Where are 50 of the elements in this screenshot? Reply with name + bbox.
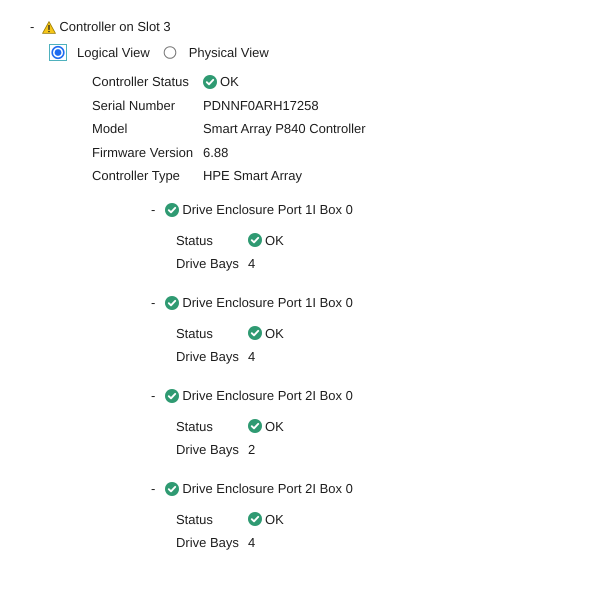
property-value: 4 xyxy=(248,349,256,364)
property-label: Drive Bays xyxy=(176,535,239,550)
check-circle-icon xyxy=(248,512,262,526)
check-circle-icon xyxy=(248,419,262,434)
property-label: Serial Number xyxy=(92,98,176,113)
radio-label[interactable]: Physical View xyxy=(188,45,269,60)
property-label: Controller Type xyxy=(92,168,180,184)
property-value: OK xyxy=(220,74,239,90)
property-label: Status xyxy=(176,326,213,341)
tree-node-title: Drive Enclosure Port 2I Box 0 xyxy=(182,386,353,404)
tree-node-title: Drive Enclosure Port 1I Box 0 xyxy=(182,294,353,312)
check-circle-icon xyxy=(165,296,180,310)
check-circle-icon xyxy=(165,482,180,496)
check-circle-icon xyxy=(203,74,217,89)
collapse-toggle[interactable]: - xyxy=(151,200,156,220)
property-value: 4 xyxy=(248,256,256,272)
property-value: Smart Array P840 Controller xyxy=(203,121,366,136)
property-label: Drive Bays xyxy=(176,442,239,458)
property-label: Drive Bays xyxy=(176,349,239,364)
property-label: Drive Bays xyxy=(176,256,239,272)
check-circle-icon xyxy=(165,202,180,216)
tree-node-title: Drive Enclosure Port 1I Box 0 xyxy=(182,200,353,218)
collapse-toggle[interactable]: - xyxy=(151,292,156,312)
check-circle-icon xyxy=(165,388,180,402)
property-label: Firmware Version xyxy=(92,144,194,160)
property-value: 6.88 xyxy=(203,144,228,160)
property-label: Model xyxy=(92,121,128,136)
collapse-toggle[interactable]: - xyxy=(151,478,156,498)
property-label: Status xyxy=(176,512,213,527)
property-value: OK xyxy=(265,418,284,434)
check-circle-icon xyxy=(248,326,262,340)
radio-button[interactable] xyxy=(49,44,67,61)
property-label: Status xyxy=(176,232,213,248)
property-value: HPE Smart Array xyxy=(203,168,302,184)
property-value: OK xyxy=(265,326,284,341)
property-value: OK xyxy=(265,232,284,248)
property-value: PDNNF0ARH17258 xyxy=(203,98,319,113)
property-label: Controller Status xyxy=(92,74,189,90)
warning-icon xyxy=(42,20,56,34)
check-circle-icon xyxy=(248,233,262,248)
radio-button[interactable] xyxy=(160,44,179,61)
property-label: Status xyxy=(176,418,213,434)
radio-label[interactable]: Logical View xyxy=(77,45,150,60)
collapse-toggle[interactable]: - xyxy=(151,386,156,406)
property-value: 4 xyxy=(248,535,256,550)
tree-node-title: Controller on Slot 3 xyxy=(59,18,171,36)
tree-node-title: Drive Enclosure Port 2I Box 0 xyxy=(182,480,353,498)
property-value: OK xyxy=(265,512,284,527)
property-value: 2 xyxy=(248,442,256,458)
collapse-toggle[interactable]: - xyxy=(30,17,34,37)
